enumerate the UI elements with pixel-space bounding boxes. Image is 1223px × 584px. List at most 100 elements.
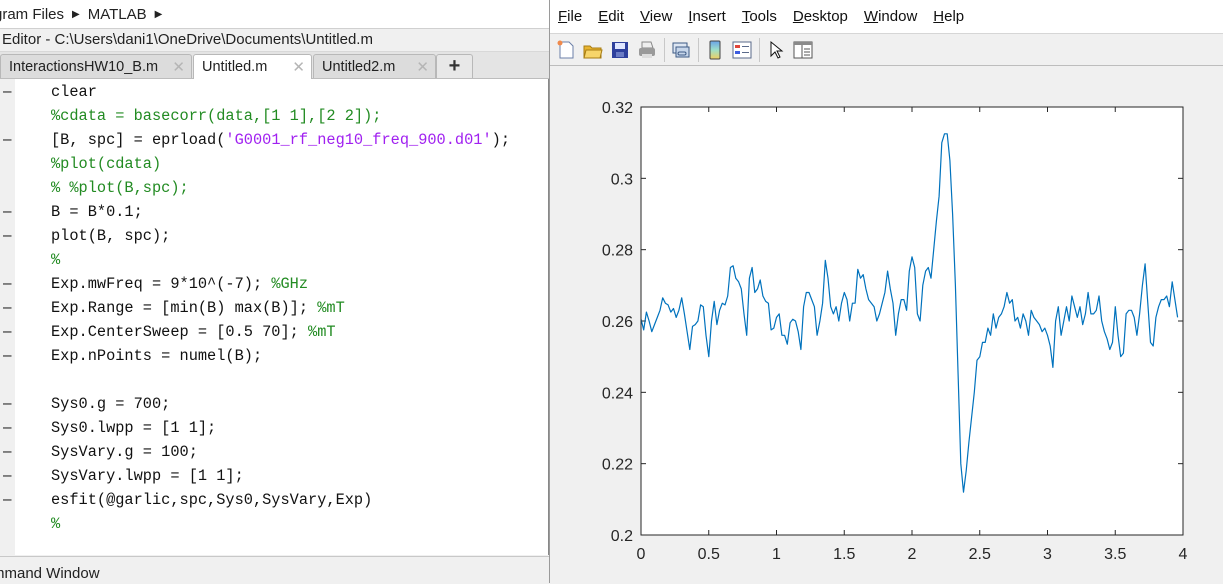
- code-line[interactable]: %: [0, 512, 548, 536]
- code-line[interactable]: – clear: [0, 80, 548, 104]
- breadcrumb-item[interactable]: MATLAB: [88, 6, 147, 23]
- tab-untitled[interactable]: Untitled.m ✕: [193, 54, 312, 79]
- code-text: %cdata = basecorr(data,[1 1],[2 2]);: [51, 104, 381, 128]
- code-text: % %plot(B,spc);: [51, 176, 189, 200]
- code-token: Exp.CenterSweep = [0.5 70];: [51, 323, 309, 341]
- y-tick-label: 0.28: [602, 243, 633, 260]
- pointer-icon[interactable]: [765, 39, 787, 61]
- command-window-header[interactable]: mmand Window: [0, 556, 549, 584]
- breadcrumb-arrow-icon[interactable]: ▶: [72, 9, 80, 20]
- code-line[interactable]: – Exp.CenterSweep = [0.5 70]; %mT: [0, 320, 548, 344]
- code-line[interactable]: – esfit(@garlic,spc,Sys0,SysVary,Exp): [0, 488, 548, 512]
- menu-tools[interactable]: Tools: [742, 8, 777, 25]
- breadcrumb-item[interactable]: gram Files: [0, 6, 64, 23]
- colorbar-icon[interactable]: [704, 39, 726, 61]
- code-line[interactable]: – SysVary.lwpp = [1 1];: [0, 464, 548, 488]
- tab-untitled2[interactable]: Untitled2.m ✕: [313, 54, 436, 78]
- line-marker[interactable]: –: [3, 464, 12, 488]
- menu-view[interactable]: View: [640, 8, 672, 25]
- code-line[interactable]: – [B, spc] = eprload('G0001_rf_neg10_freq…: [0, 128, 548, 152]
- code-text: Exp.Range = [min(B) max(B)]; %mT: [51, 296, 345, 320]
- x-tick-label: 3: [1043, 546, 1052, 563]
- code-comment: %mT: [308, 323, 336, 341]
- code-line[interactable]: – Sys0.g = 700;: [0, 392, 548, 416]
- menu-desktop[interactable]: Desktop: [793, 8, 848, 25]
- line-marker[interactable]: –: [3, 128, 12, 152]
- command-window-label: mmand Window: [0, 565, 100, 582]
- breadcrumb-arrow-icon[interactable]: ▶: [155, 9, 163, 20]
- code-line[interactable]: %: [0, 248, 548, 272]
- menu-file[interactable]: File: [558, 8, 582, 25]
- line-marker[interactable]: –: [3, 224, 12, 248]
- legend-icon[interactable]: [731, 39, 753, 61]
- save-icon[interactable]: [609, 39, 631, 61]
- line-marker[interactable]: –: [3, 344, 12, 368]
- line-marker[interactable]: –: [3, 392, 12, 416]
- code-comment: %: [51, 515, 61, 533]
- property-inspector-icon[interactable]: [792, 39, 814, 61]
- tab-label: Untitled.m: [202, 59, 268, 75]
- code-text: %plot(cdata): [51, 152, 161, 176]
- code-line[interactable]: – SysVary.g = 100;: [0, 440, 548, 464]
- code-comment: % %plot(B,spc);: [51, 179, 189, 197]
- code-comment: %GHz: [271, 275, 309, 293]
- toolbar-separator: [664, 37, 665, 62]
- menu-edit[interactable]: Edit: [598, 8, 624, 25]
- add-tab-button[interactable]: +: [436, 54, 473, 78]
- line-marker[interactable]: –: [3, 488, 12, 512]
- code-text: Sys0.lwpp = [1 1];: [51, 416, 216, 440]
- x-tick-label: 0: [637, 546, 646, 563]
- line-marker[interactable]: –: [3, 200, 12, 224]
- code-line[interactable]: [0, 368, 548, 392]
- toolbar-separator: [759, 37, 760, 62]
- code-line[interactable]: – Exp.nPoints = numel(B);: [0, 344, 548, 368]
- tab-interactionshw10-b[interactable]: InteractionsHW10_B.m ✕: [0, 54, 192, 78]
- line-chart[interactable]: 0 0.5 1 1.5 2 2.5 3 3.5 4 0.2 0.22 0.24 0.26 0.28 0.3 0…: [550, 66, 1223, 583]
- code-line[interactable]: – Exp.mwFreq = 9*10^(-7); %GHz: [0, 272, 548, 296]
- code-line[interactable]: %plot(cdata): [0, 152, 548, 176]
- new-figure-icon[interactable]: [555, 39, 577, 61]
- code-token: Sys0.g = 700;: [51, 395, 171, 413]
- code-editor[interactable]: – clear %cdata = basecorr(data,[1 1],[2 2]…: [0, 79, 549, 555]
- code-text: [B, spc] = eprload('G0001_rf_neg10_freq_…: [51, 128, 510, 152]
- editor-pane: gram Files ▶ MATLAB ▶ Editor - C:\Users\…: [0, 0, 551, 584]
- code-text: esfit(@garlic,spc,Sys0,SysVary,Exp): [51, 488, 372, 512]
- line-marker[interactable]: –: [3, 80, 12, 104]
- y-tick-label: 0.2: [611, 528, 633, 545]
- code-token: );: [491, 131, 510, 149]
- open-file-icon[interactable]: [582, 39, 604, 61]
- breadcrumb: gram Files ▶ MATLAB ▶: [0, 0, 549, 29]
- x-tick-label: 0.5: [698, 546, 720, 563]
- x-tick-label: 1: [772, 546, 781, 563]
- print-icon[interactable]: [636, 39, 658, 61]
- code-token: esfit(@garlic,spc,Sys0,SysVary,Exp): [51, 491, 373, 509]
- code-line[interactable]: – Sys0.lwpp = [1 1];: [0, 416, 548, 440]
- code-text: SysVary.lwpp = [1 1];: [51, 464, 244, 488]
- line-marker[interactable]: –: [3, 416, 12, 440]
- line-marker[interactable]: –: [3, 440, 12, 464]
- code-comment: %cdata = basecorr(data,[1 1],[2 2]);: [51, 107, 382, 125]
- close-tab-icon[interactable]: ✕: [172, 58, 185, 76]
- code-text: Exp.nPoints = numel(B);: [51, 344, 262, 368]
- code-token: Exp.mwFreq = 9*10^(-7);: [51, 275, 272, 293]
- code-line[interactable]: – plot(B, spc);: [0, 224, 548, 248]
- link-plot-icon[interactable]: [670, 39, 692, 61]
- close-tab-icon[interactable]: ✕: [416, 58, 429, 76]
- menu-help[interactable]: Help: [933, 8, 964, 25]
- code-line[interactable]: % %plot(B,spc);: [0, 176, 548, 200]
- code-comment: %plot(cdata): [51, 155, 162, 173]
- x-tick-label: 4: [1179, 546, 1188, 563]
- line-marker[interactable]: –: [3, 296, 12, 320]
- figure-menubar: File Edit View Insert Tools Desktop Window Help: [550, 0, 1223, 34]
- code-text: %: [51, 248, 60, 272]
- code-line[interactable]: – B = B*0.1;: [0, 200, 548, 224]
- menu-insert[interactable]: Insert: [688, 8, 726, 25]
- code-line[interactable]: %cdata = basecorr(data,[1 1],[2 2]);: [0, 104, 548, 128]
- code-line[interactable]: – Exp.Range = [min(B) max(B)]; %mT: [0, 296, 548, 320]
- line-marker[interactable]: –: [3, 272, 12, 296]
- code-text: clear: [51, 80, 97, 104]
- close-tab-icon[interactable]: ✕: [292, 58, 305, 76]
- line-marker[interactable]: –: [3, 320, 12, 344]
- menu-window[interactable]: Window: [864, 8, 917, 25]
- plot-area[interactable]: 0 0.5 1 1.5 2 2.5 3 3.5 4 0.2 0.22 0.24 0.26 0.28 0.3 0…: [550, 66, 1223, 583]
